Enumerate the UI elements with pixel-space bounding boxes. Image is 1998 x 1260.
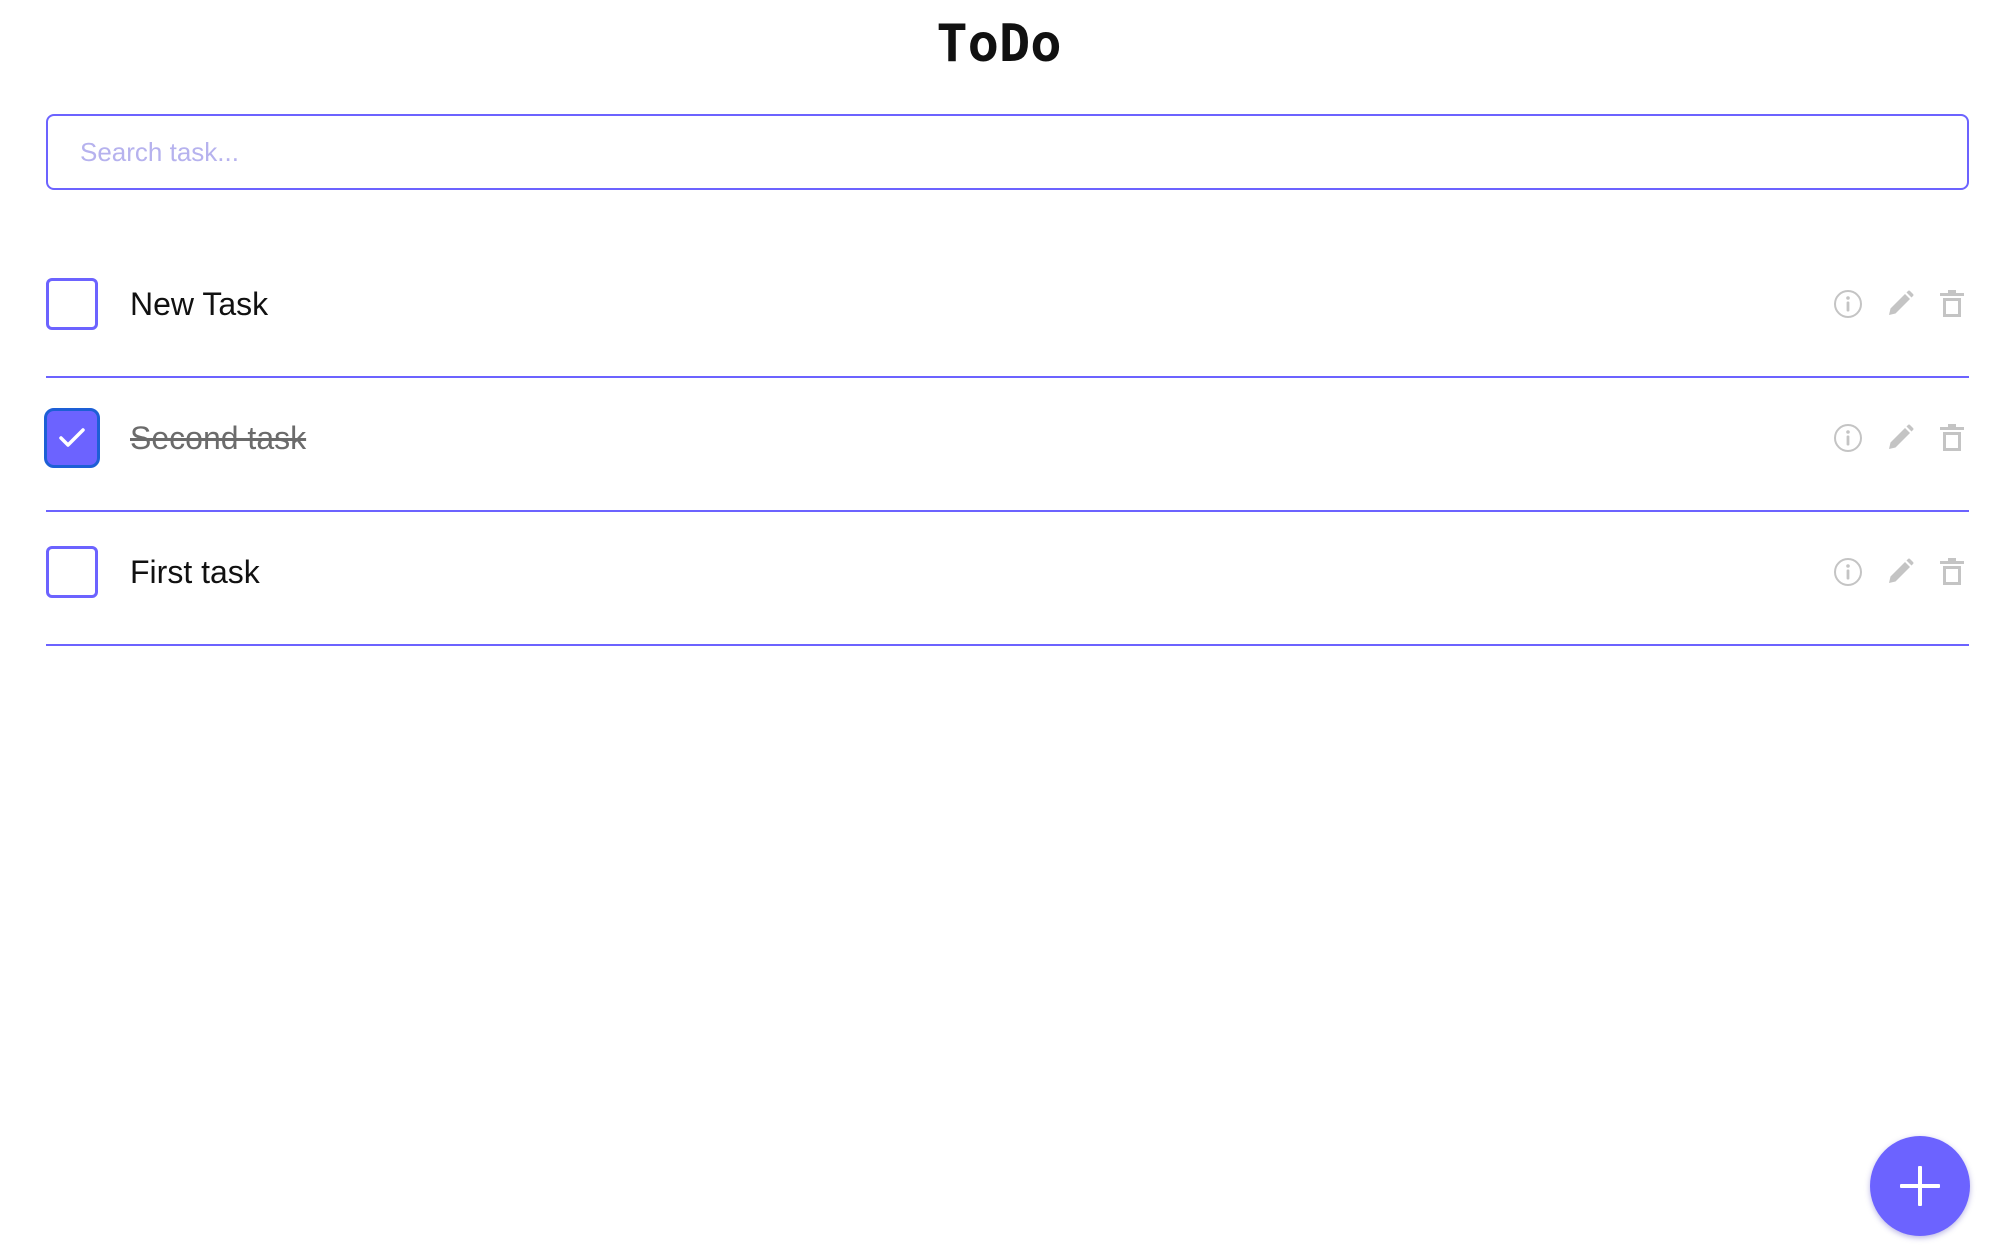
task-actions — [1831, 552, 1969, 592]
search-input[interactable] — [46, 114, 1969, 190]
task-checkbox[interactable] — [46, 278, 98, 330]
info-icon[interactable] — [1831, 421, 1865, 455]
task-actions — [1831, 284, 1969, 324]
list-item: First task — [46, 512, 1969, 646]
plus-icon — [1900, 1166, 1940, 1206]
todo-app: ToDo New Task Second task — [0, 0, 1998, 1260]
pencil-icon[interactable] — [1883, 555, 1917, 589]
task-label: First task — [130, 554, 260, 590]
task-checkbox[interactable] — [46, 546, 98, 598]
add-task-button[interactable] — [1870, 1136, 1970, 1236]
task-label: Second task — [130, 420, 307, 456]
info-icon[interactable] — [1831, 555, 1865, 589]
task-actions — [1831, 418, 1969, 458]
list-item: New Task — [46, 244, 1969, 378]
trash-icon[interactable] — [1935, 287, 1969, 321]
trash-icon[interactable] — [1935, 421, 1969, 455]
checkmark-icon — [59, 428, 85, 447]
task-checkbox-checked[interactable] — [44, 408, 100, 468]
task-label: New Task — [130, 286, 269, 322]
info-icon[interactable] — [1831, 287, 1865, 321]
trash-icon[interactable] — [1935, 555, 1969, 589]
list-item: Second task — [44, 378, 1969, 512]
pencil-icon[interactable] — [1883, 287, 1917, 321]
pencil-icon[interactable] — [1883, 421, 1917, 455]
task-list: New Task Second task First task — [44, 244, 1969, 646]
page-title: ToDo — [936, 14, 1062, 74]
